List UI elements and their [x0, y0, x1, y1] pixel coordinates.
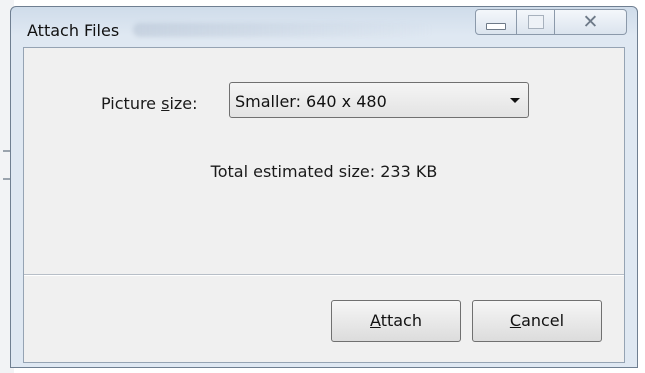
dialog-body: Picture size: Smaller: 640 x 480 Total e…	[23, 47, 625, 363]
attach-button[interactable]: Attach	[331, 300, 461, 342]
cancel-button[interactable]: Cancel	[472, 300, 602, 342]
chevron-down-icon	[510, 98, 520, 103]
window-title: Attach Files	[27, 21, 120, 40]
maximize-button	[517, 9, 555, 35]
close-button[interactable]: ✕	[555, 9, 627, 35]
picture-size-label: Picture size:	[101, 94, 198, 113]
minimize-icon	[486, 22, 506, 30]
picture-size-dropdown[interactable]: Smaller: 640 x 480	[229, 82, 529, 118]
close-icon: ✕	[582, 10, 599, 33]
caption-buttons: ✕	[475, 9, 627, 37]
blurred-background-title	[133, 23, 433, 37]
maximize-icon	[527, 15, 544, 29]
attach-files-dialog: Attach Files ✕ Picture size: Smaller: 64…	[10, 6, 638, 368]
divider	[24, 274, 624, 276]
title-bar[interactable]: Attach Files ✕	[11, 7, 637, 47]
picture-size-selected-value: Smaller: 640 x 480	[235, 92, 387, 111]
minimize-button[interactable]	[475, 9, 517, 35]
total-estimated-size: Total estimated size: 233 KB	[210, 162, 438, 181]
